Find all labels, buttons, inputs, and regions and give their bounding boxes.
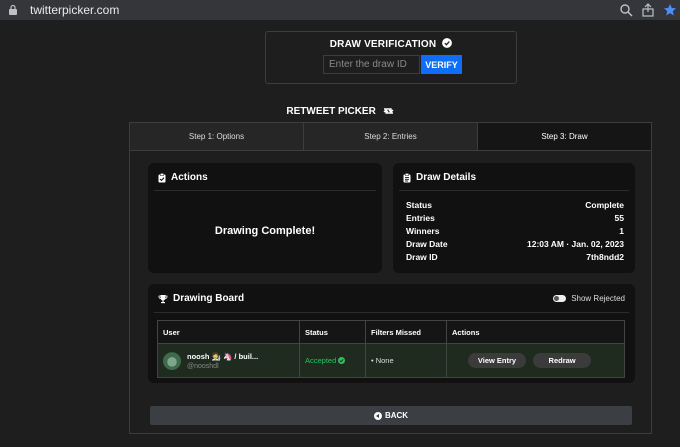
arrow-left-circle-icon [373, 411, 382, 420]
view-entry-button[interactable]: View Entry [468, 353, 526, 368]
entries-table: User Status Filters Missed Actions noosh… [157, 320, 625, 378]
clipboard-check-icon [158, 172, 166, 182]
status-badge: Accepted [305, 356, 365, 365]
back-button[interactable]: BACK [150, 406, 632, 425]
table-header-row: User Status Filters Missed Actions [157, 320, 625, 344]
clipboard-list-icon [403, 172, 411, 182]
verify-button[interactable]: VERIFY [421, 55, 462, 74]
verified-check-icon [442, 38, 453, 48]
draw-details-title: Draw Details [416, 172, 477, 183]
column-header-status: Status [299, 320, 366, 344]
lock-icon [9, 4, 17, 15]
tab-step-options[interactable]: Step 1: Options [130, 123, 304, 150]
detail-value: Complete [585, 200, 624, 210]
step-tabs: Step 1: Options Step 2: Entries Step 3: … [130, 123, 651, 151]
detail-value: 55 [614, 213, 624, 223]
actions-card-title: Actions [171, 172, 208, 183]
retweet-picker-title-text: RETWEET PICKER [286, 106, 376, 117]
drawing-board-card: Drawing Board Show Rejected User Status … [148, 284, 635, 383]
detail-label: Draw ID [406, 252, 438, 262]
tab-step-draw[interactable]: Step 3: Draw [478, 123, 651, 150]
browser-address-bar[interactable]: twitterpicker.com [0, 0, 680, 20]
actions-card-header: Actions [158, 172, 208, 183]
retweet-icon [383, 108, 394, 114]
redraw-button[interactable]: Redraw [533, 353, 592, 368]
detail-value: 7th8ndd2 [586, 252, 624, 262]
show-rejected-control: Show Rejected [553, 294, 625, 303]
trophy-icon [158, 294, 168, 303]
status-cell: Accepted [299, 343, 366, 378]
check-circle-icon [338, 357, 346, 364]
zoom-search-icon[interactable] [619, 3, 633, 17]
retweet-picker-title: RETWEET PICKER [0, 106, 680, 117]
detail-label: Entries [406, 213, 435, 223]
actions-card: Actions Drawing Complete! [148, 163, 382, 273]
detail-row-entries: Entries 55 [406, 213, 624, 223]
detail-label: Status [406, 200, 432, 210]
drawing-board-header: Drawing Board [158, 293, 244, 304]
column-header-filters-missed: Filters Missed [365, 320, 447, 344]
divider [399, 190, 629, 191]
verification-title: DRAW VERIFICATION [266, 38, 516, 50]
draw-details-header: Draw Details [403, 172, 476, 183]
verification-title-text: DRAW VERIFICATION [329, 39, 437, 50]
tab-step-entries[interactable]: Step 2: Entries [304, 123, 478, 150]
back-button-label: BACK [384, 411, 409, 420]
share-icon[interactable] [641, 3, 655, 17]
detail-value: 12:03 AM · Jan. 02, 2023 [526, 239, 624, 249]
detail-label: Winners [406, 226, 440, 236]
divider [154, 190, 376, 191]
detail-row-status: Status Complete [406, 200, 624, 210]
user-handle[interactable]: @nooshdl [187, 363, 258, 370]
table-row: noosh 🧑‍🔬 🦄 / buil... @nooshdl Accepted [157, 343, 625, 378]
column-header-user: User [157, 320, 300, 344]
status-text: Accepted [305, 356, 337, 365]
draw-details-card: Draw Details Status Complete Entries 55 … [393, 163, 635, 273]
draw-verification-panel: DRAW VERIFICATION VERIFY [265, 31, 517, 84]
url-text[interactable]: twitterpicker.com [30, 3, 119, 17]
detail-value: 1 [619, 226, 624, 236]
filters-missed-cell: • None [365, 343, 447, 378]
detail-row-draw-date: Draw Date 12:03 AM · Jan. 02, 2023 [406, 239, 624, 249]
column-header-actions: Actions [446, 320, 625, 344]
detail-row-winners: Winners 1 [406, 226, 624, 236]
avatar[interactable] [163, 351, 181, 370]
actions-cell: View Entry Redraw [446, 343, 625, 378]
divider [154, 312, 629, 313]
show-rejected-label: Show Rejected [571, 294, 625, 303]
detail-row-draw-id: Draw ID 7th8ndd2 [406, 252, 624, 262]
draw-id-input[interactable] [323, 55, 420, 74]
drawing-board-title: Drawing Board [173, 293, 245, 304]
bookmark-star-icon[interactable] [663, 3, 677, 17]
drawing-complete-message: Drawing Complete! [214, 225, 316, 237]
detail-label: Draw Date [406, 239, 448, 249]
user-cell: noosh 🧑‍🔬 🦄 / buil... @nooshdl [157, 343, 300, 378]
user-name[interactable]: noosh 🧑‍🔬 🦄 / buil... [187, 352, 258, 361]
show-rejected-toggle[interactable] [553, 295, 567, 302]
